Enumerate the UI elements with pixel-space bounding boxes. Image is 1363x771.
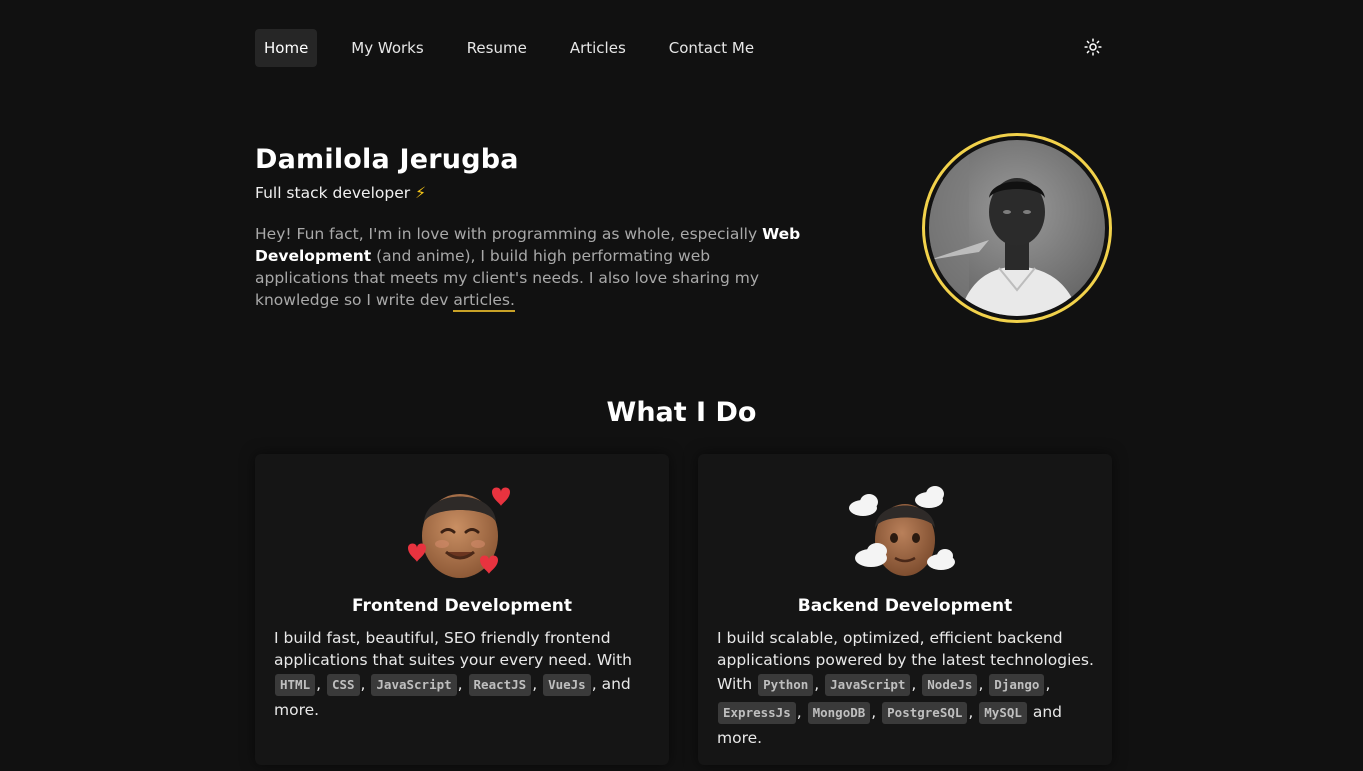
backend-card: Backend Development I build scalable, op…	[698, 454, 1112, 765]
page: Home My Works Resume Articles Contact Me…	[0, 0, 1363, 771]
backend-card-description: I build scalable, optimized, efficient b…	[717, 629, 1094, 747]
theme-toggle-button[interactable]	[1082, 36, 1104, 58]
tag-vuejs: VueJs	[543, 674, 591, 696]
frontend-card-description: I build fast, beautiful, SEO friendly fr…	[274, 629, 633, 719]
memoji-clouds-icon	[698, 474, 1112, 584]
tag-mongodb: MongoDB	[807, 702, 871, 724]
profile-photo	[929, 140, 1105, 316]
frontend-card-intro: I build fast, beautiful, SEO friendly fr…	[274, 629, 633, 669]
backend-card-title: Backend Development	[797, 596, 1013, 616]
nav-item-resume[interactable]: Resume	[458, 29, 536, 67]
sun-icon	[1084, 38, 1102, 56]
lightning-icon: ⚡	[415, 184, 426, 202]
nav-item-my-works[interactable]: My Works	[342, 29, 432, 67]
nav-item-home[interactable]: Home	[255, 29, 318, 67]
main-nav: Home My Works Resume Articles Contact Me	[255, 29, 788, 67]
frontend-card: Frontend Development I build fast, beaut…	[255, 454, 669, 765]
hero-name: Damilola Jerugba	[255, 144, 519, 175]
hero-bio-part1: Hey! Fun fact, I'm in love with programm…	[255, 225, 763, 243]
articles-link[interactable]: articles.	[453, 291, 515, 312]
memoji-hearts-icon	[255, 474, 669, 584]
hero-role-text: Full stack developer	[255, 184, 411, 202]
section-title: What I Do	[606, 397, 757, 428]
tag-javascript: JavaScript	[825, 674, 911, 696]
hero-role: Full stack developer ⚡	[255, 184, 426, 202]
tag-python: Python	[758, 674, 814, 696]
tag-django: Django	[989, 674, 1045, 696]
nav-item-contact-me[interactable]: Contact Me	[660, 29, 763, 67]
tag-expressjs: ExpressJs	[718, 702, 796, 724]
hero-bio: Hey! Fun fact, I'm in love with programm…	[255, 223, 805, 312]
tag-html: HTML	[275, 674, 316, 696]
tag-postgresql: PostgreSQL	[882, 702, 968, 724]
tag-reactjs: ReactJS	[468, 674, 532, 696]
nav-item-articles[interactable]: Articles	[561, 29, 635, 67]
avatar	[922, 133, 1112, 323]
tag-mysql: MySQL	[979, 702, 1027, 724]
tag-javascript: JavaScript	[371, 674, 457, 696]
tag-nodejs: NodeJs	[922, 674, 978, 696]
tag-css: CSS	[326, 674, 360, 696]
frontend-card-title: Frontend Development	[352, 596, 572, 616]
